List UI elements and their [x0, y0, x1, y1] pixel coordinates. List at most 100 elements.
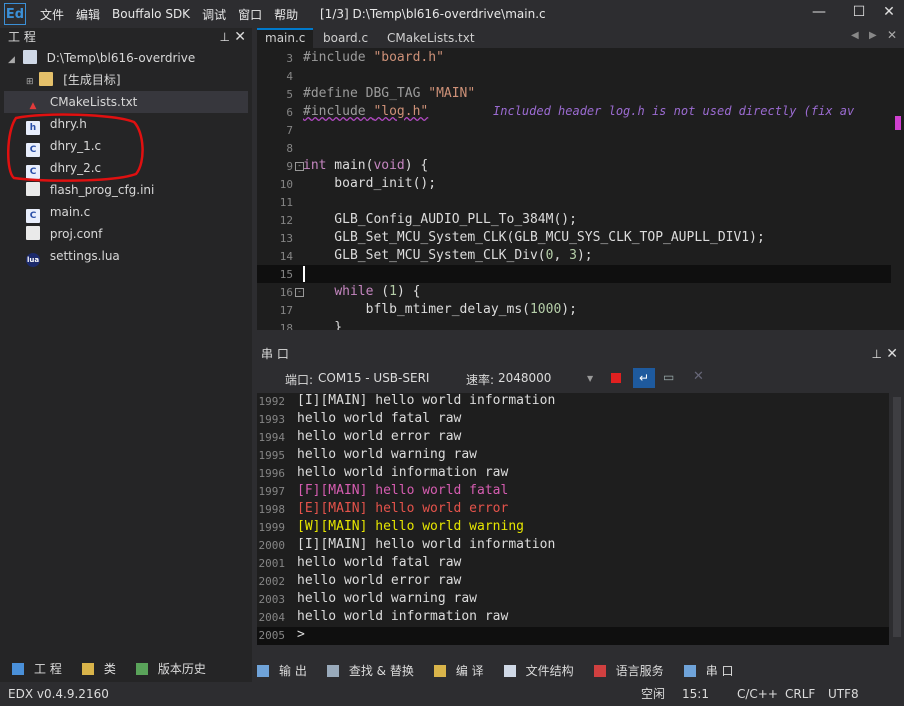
- project-panel-tabs: 工 程 类 版本历史: [0, 656, 252, 680]
- code-editor[interactable]: 3 4 5 6 7 8 9 10 11 12 13 14 15 16 17 18…: [257, 48, 904, 330]
- tab-find-replace[interactable]: 查找 & 替换: [326, 662, 424, 679]
- collapse-icon[interactable]: ◢: [8, 55, 15, 65]
- bottom-panel-tabs: 输 出 查找 & 替换 编 译 文件结构 语言服务 串 口: [257, 659, 904, 681]
- baud-select[interactable]: 2048000: [498, 371, 551, 385]
- close-panel-icon[interactable]: ✕: [234, 28, 246, 46]
- stop-icon[interactable]: [611, 373, 621, 383]
- terminal-icon[interactable]: ▭: [663, 370, 674, 384]
- serial-line: hello world fatal raw: [297, 411, 462, 426]
- line-number: 18: [279, 322, 293, 330]
- line-number: 13: [279, 232, 293, 245]
- serial-line-number: 1996: [258, 467, 286, 480]
- serial-line-number: 2001: [258, 557, 286, 570]
- encoding[interactable]: UTF8: [828, 682, 859, 706]
- menu-window[interactable]: 窗口: [238, 6, 262, 23]
- line-number: 12: [279, 214, 293, 227]
- tab-board-c[interactable]: board.c: [315, 28, 376, 48]
- line-number: 6: [286, 106, 293, 119]
- line-number: 14: [279, 250, 293, 263]
- serial-line-number: 2000: [258, 539, 286, 552]
- tab-version-history[interactable]: 版本历史: [130, 660, 210, 677]
- port-select[interactable]: COM15 - USB-SERI: [318, 371, 436, 385]
- serial-line-number: 2003: [258, 593, 286, 606]
- line-number: 4: [286, 70, 293, 83]
- red-annotation-circle: [6, 113, 144, 182]
- serial-line: [I][MAIN] hello world information: [297, 393, 556, 408]
- serial-line: [F][MAIN] hello world fatal: [297, 483, 509, 498]
- cursor-position[interactable]: 15:1: [682, 682, 709, 706]
- menu-bouffalo-sdk[interactable]: Bouffalo SDK: [112, 7, 190, 21]
- line-ending[interactable]: CRLF: [785, 682, 815, 706]
- code-line: #include "board.h": [303, 50, 444, 65]
- scrollbar-thumb[interactable]: [893, 397, 901, 637]
- serial-line: [W][MAIN] hello world warning: [297, 519, 524, 534]
- port-label: 端口:: [285, 373, 314, 387]
- serial-scrollbar[interactable]: [890, 393, 904, 645]
- editor-tab-bar: main.c board.c CMakeLists.txt ◀ ▶ ✕: [257, 28, 904, 48]
- tab-file-structure[interactable]: 文件结构: [503, 662, 584, 679]
- file-item-cmakelists[interactable]: ▲ CMakeLists.txt: [4, 91, 248, 113]
- language-mode[interactable]: C/C++: [737, 682, 778, 706]
- enter-icon[interactable]: ↵: [633, 368, 655, 388]
- pin-icon[interactable]: ⊥: [872, 344, 882, 364]
- serial-line-number: 1999: [258, 521, 286, 534]
- serial-line-number: 2004: [258, 611, 286, 624]
- menu-edit[interactable]: 编辑: [76, 6, 100, 23]
- tab-language-service[interactable]: 语言服务: [593, 662, 674, 679]
- project-root[interactable]: ◢ D:\Temp\bl616-overdrive: [8, 47, 195, 69]
- lsp-icon: [593, 664, 606, 677]
- serial-output[interactable]: 1992 [I][MAIN] hello world information 199…: [257, 393, 889, 645]
- menu-bar: 文件 编辑 Bouffalo SDK 调试 窗口 帮助: [40, 0, 310, 28]
- title-bar: Ed 文件 编辑 Bouffalo SDK 调试 窗口 帮助 [1/3] D:\…: [0, 0, 904, 28]
- serial-panel-title: 串 口: [261, 347, 289, 361]
- line-number: 11: [279, 196, 293, 209]
- inline-diagnostic-hint: Included header log.h is not used direct…: [493, 104, 855, 118]
- tab-compile[interactable]: 编 译: [433, 662, 494, 679]
- menu-file[interactable]: 文件: [40, 6, 64, 23]
- code-line: #include "log.h": [303, 104, 429, 119]
- serial-icon: [683, 664, 696, 677]
- file-item-settings-lua[interactable]: lua settings.lua: [26, 245, 120, 267]
- tab-cmakelists[interactable]: CMakeLists.txt: [379, 28, 483, 48]
- tab-serial[interactable]: 串 口: [683, 662, 744, 679]
- text-cursor: [303, 266, 305, 282]
- serial-line-number: 1995: [258, 449, 286, 462]
- tab-main-c[interactable]: main.c: [257, 28, 314, 48]
- baud-label: 速率:: [466, 373, 495, 387]
- chevron-down-icon[interactable]: ▼: [587, 374, 593, 383]
- tab-output[interactable]: 输 出: [257, 662, 317, 679]
- line-number: 15: [279, 268, 293, 281]
- project-icon: [22, 50, 37, 64]
- scroll-marker: [895, 116, 901, 130]
- line-number: 10: [279, 178, 293, 191]
- search-icon: [326, 664, 339, 677]
- file-item-main-c[interactable]: C main.c: [26, 201, 90, 223]
- maximize-button[interactable]: ☐: [842, 0, 876, 26]
- close-panel-icon[interactable]: ✕: [886, 344, 898, 364]
- line-number: 16: [279, 286, 293, 299]
- history-tab-icon: [135, 662, 148, 675]
- clear-icon[interactable]: ✕: [693, 369, 704, 384]
- menu-debug[interactable]: 调试: [202, 6, 226, 23]
- minimize-button[interactable]: —: [802, 0, 836, 26]
- tab-scroll-right-icon[interactable]: ▶: [869, 30, 877, 41]
- serial-line-number: 2005: [258, 629, 286, 642]
- close-tab-icon[interactable]: ✕: [887, 28, 897, 42]
- menu-help[interactable]: 帮助: [274, 6, 298, 23]
- serial-line: hello world warning raw: [297, 591, 478, 606]
- version-label: EDX v0.4.9.2160: [8, 687, 109, 701]
- file-item-proj-conf[interactable]: proj.conf: [26, 223, 102, 245]
- close-button[interactable]: ✕: [872, 0, 904, 26]
- project-tab-icon: [12, 662, 24, 675]
- expand-icon[interactable]: ⊞: [26, 77, 34, 87]
- code-line: #define DBG_TAG "MAIN": [303, 86, 476, 101]
- build-target-item[interactable]: ⊞ [生成目标]: [26, 69, 121, 91]
- pin-icon[interactable]: ⊥: [220, 28, 230, 46]
- code-line: int main(void) {: [303, 158, 429, 173]
- tab-project[interactable]: 工 程: [6, 660, 66, 677]
- tab-scroll-left-icon[interactable]: ◀: [851, 30, 859, 41]
- project-panel-title: 工 程: [8, 30, 36, 44]
- structure-icon: [503, 664, 516, 677]
- code-line: GLB_Config_AUDIO_PLL_To_384M();: [303, 212, 577, 227]
- tab-class[interactable]: 类: [76, 660, 120, 677]
